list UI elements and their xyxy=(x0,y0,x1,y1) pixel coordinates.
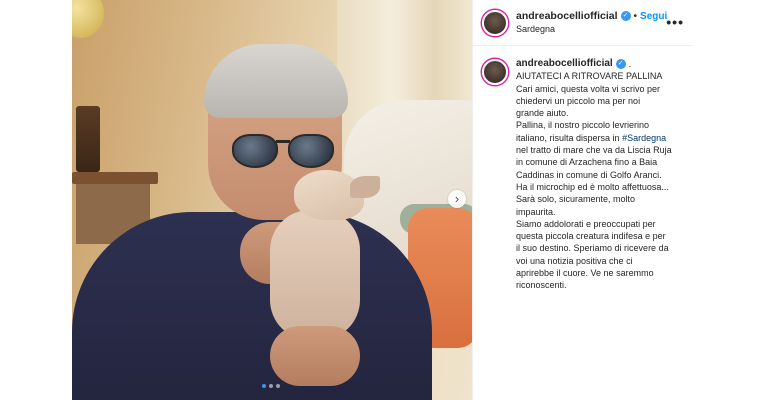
header-row: andreabocelliofficial ✓ • Segui xyxy=(516,10,667,22)
sunglasses xyxy=(228,130,340,170)
hashtag-link[interactable]: #Sardegna xyxy=(622,133,666,143)
dog-body xyxy=(270,210,360,340)
more-options-icon[interactable]: ••• xyxy=(666,14,684,30)
man-hair xyxy=(204,44,348,118)
side-table-top xyxy=(72,172,158,184)
caption-line: in comune di Arzachena fino a Baia xyxy=(516,157,658,168)
caption: andreabocelliofficial ✓ . AIUTATECI A RI… xyxy=(473,46,692,292)
man-hand-lower xyxy=(270,326,360,386)
caption-username-link[interactable]: andreabocelliofficial xyxy=(516,58,613,70)
carousel-dot xyxy=(276,384,280,388)
caption-line: questa piccola creatura indifesa e per xyxy=(516,231,666,242)
caption-line: grande aiuto. xyxy=(516,108,569,119)
caption-line: Siamo addolorati e preoccupati per xyxy=(516,218,656,229)
carousel-dot xyxy=(269,384,273,388)
carousel-indicator xyxy=(262,384,280,388)
left-lens xyxy=(232,134,278,168)
dog-ear xyxy=(350,176,380,198)
caption-line: nel tratto di mare che va da Liscia Ruja xyxy=(516,145,672,156)
username-link[interactable]: andreabocelliofficial xyxy=(516,10,618,22)
avatar[interactable] xyxy=(482,9,508,36)
caption-line: Pallina, il nostro piccolo levrierino xyxy=(516,120,650,131)
separator-dot: • xyxy=(633,10,638,22)
caption-user-row: andreabocelliofficial ✓ . xyxy=(516,58,684,70)
location-link[interactable]: Sardegna xyxy=(516,24,667,34)
lamp-shade xyxy=(72,0,104,38)
caption-avatar[interactable] xyxy=(482,59,508,85)
caption-line: impaurita. xyxy=(516,206,556,217)
caption-line: riconoscenti. xyxy=(516,280,567,291)
verified-badge-icon: ✓ xyxy=(615,59,626,70)
caption-line: il suo destino. Speriamo di ricevere da xyxy=(516,243,669,254)
caption-line: italiano, risulta dispersa in xyxy=(516,132,620,143)
header-text: andreabocelliofficial ✓ • Segui Sardegna xyxy=(516,10,667,34)
greyhound-dog xyxy=(258,170,380,340)
caption-line-with-hashtag: italiano, risulta dispersa in #Sardegna xyxy=(516,132,684,144)
post-header: andreabocelliofficial ✓ • Segui Sardegna… xyxy=(473,0,692,46)
caption-line: Sarà solo, sicuramente, molto xyxy=(516,194,636,205)
post-side-panel: andreabocelliofficial ✓ • Segui Sardegna… xyxy=(472,0,692,400)
verified-badge-icon: ✓ xyxy=(620,11,631,22)
caption-line: Caddinas in comune di Golfo Aranci. xyxy=(516,169,662,180)
carousel-next-button[interactable]: › xyxy=(448,190,466,208)
caption-line: chiedervi un piccolo ma per noi xyxy=(516,95,641,106)
caption-line: aprirebbe il cuore. Ve ne saremmo xyxy=(516,268,654,279)
follow-button[interactable]: Segui xyxy=(640,11,667,23)
caption-trailing: . xyxy=(628,59,632,69)
caption-body: andreabocelliofficial ✓ . AIUTATECI A RI… xyxy=(516,58,684,292)
caption-line: voi una notizia positiva che ci xyxy=(516,255,633,266)
caption-line: Cari amici, questa volta vi scrivo per xyxy=(516,83,661,94)
table-lamp xyxy=(76,106,100,172)
instagram-post: › andreabocelliofficial ✓ • Segui Sardeg… xyxy=(72,0,692,400)
right-lens xyxy=(288,134,334,168)
carousel-dot xyxy=(262,384,266,388)
chevron-right-icon: › xyxy=(454,191,460,206)
caption-line: Ha il microchip ed è molto affettuosa... xyxy=(516,181,669,192)
caption-line: AIUTATECI A RITROVARE PALLINA xyxy=(516,71,663,82)
post-photo[interactable]: › xyxy=(72,0,472,400)
